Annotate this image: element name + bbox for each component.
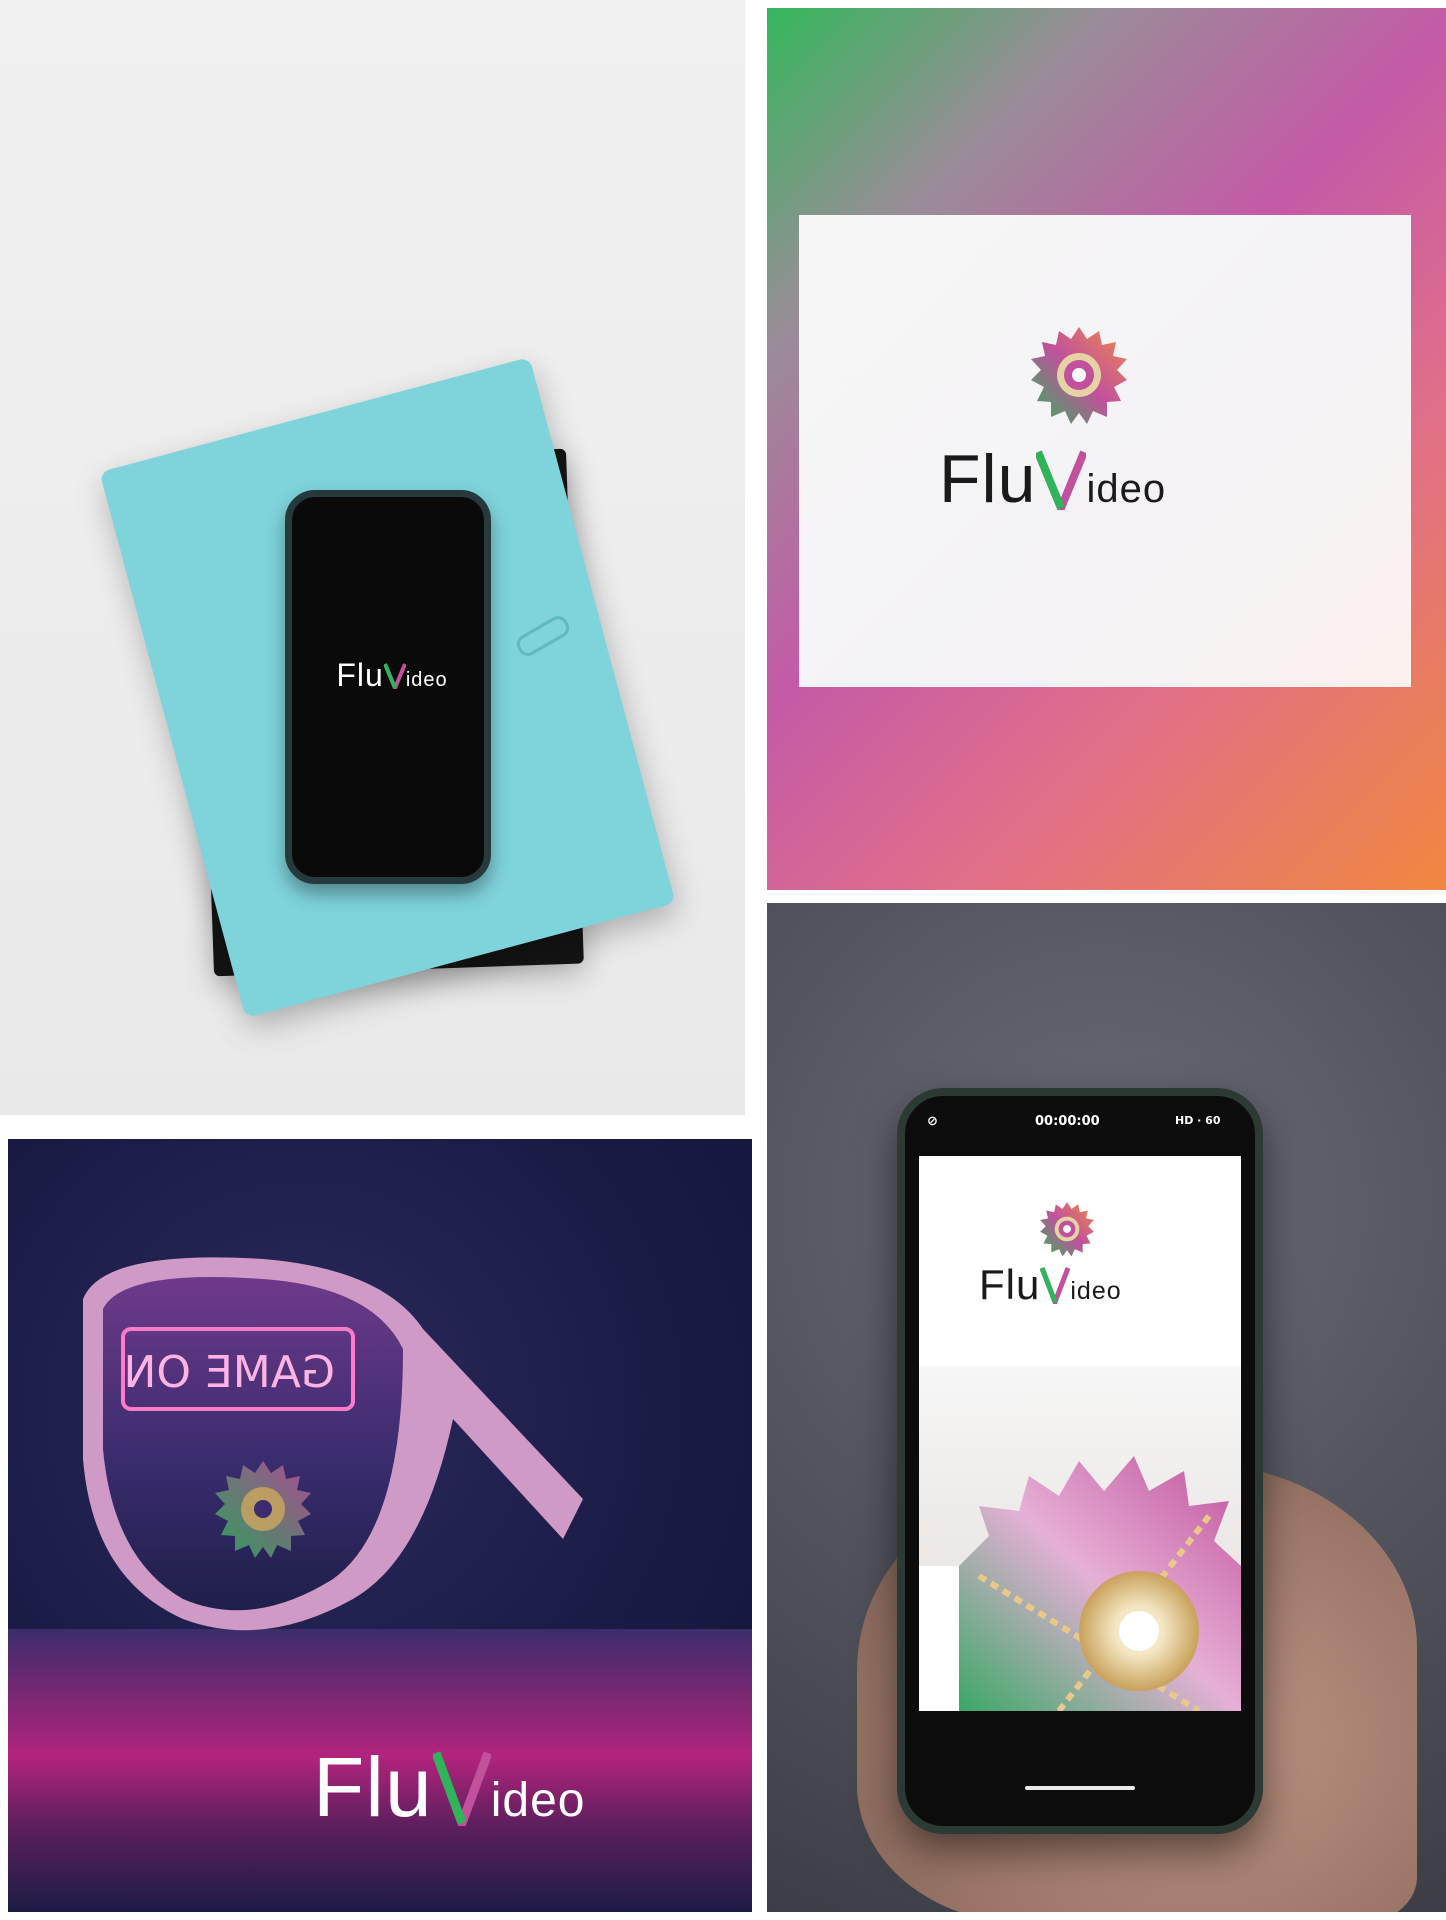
flash-off-icon: ⊘: [927, 1114, 938, 1129]
logo-text-ideo: ideo: [1070, 1277, 1122, 1305]
v-mark-icon: [431, 1751, 492, 1836]
gradient-card-panel: Flu ideo: [767, 8, 1446, 890]
phone-camera-panel: ⊘ 00:00:00 HD · 60 Flu ideo: [767, 903, 1446, 1912]
logo-text-flu: Flu: [336, 657, 384, 693]
logo-text-flu: Flu: [979, 1261, 1041, 1308]
notebook-mockup-panel: Flu ideo: [0, 0, 745, 1115]
phone-mockup: Flu ideo: [285, 490, 491, 884]
gear-logo-icon: [1040, 1202, 1094, 1257]
sunglasses-panel: GAME ON Flu ideo: [8, 1139, 752, 1912]
phone-logo: Flu ideo: [322, 657, 462, 694]
logo-text-ideo: ideo: [405, 669, 448, 691]
v-mark-icon: [1034, 450, 1089, 519]
card-wordmark: Flu ideo: [939, 440, 1299, 519]
record-timer: 00:00:00: [1035, 1114, 1100, 1129]
v-mark-icon: [1040, 1267, 1071, 1310]
sunglasses-graphic: GAME ON: [83, 1257, 583, 1631]
v-mark-icon: [382, 663, 407, 694]
video-quality: HD · 60: [1175, 1114, 1221, 1127]
screen-wordmark: Flu ideo: [979, 1261, 1122, 1310]
camera-status-bar: ⊘ 00:00:00 HD · 60: [905, 1114, 1255, 1138]
card-logo: Flu ideo: [939, 327, 1279, 570]
camera-screen: Flu ideo: [919, 1156, 1241, 1711]
phone-mockup: ⊘ 00:00:00 HD · 60 Flu ideo: [897, 1088, 1263, 1834]
logo-text-flu: Flu: [313, 1740, 433, 1834]
logo-text-ideo: ideo: [490, 1774, 586, 1827]
logo-text-ideo: ideo: [1086, 467, 1167, 511]
screen-gear-graphic: [959, 1456, 1241, 1711]
neon-sign-text: GAME ON: [124, 1347, 336, 1398]
logo-text-flu: Flu: [939, 441, 1037, 517]
gear-logo-icon: [1031, 327, 1127, 424]
home-indicator: [1025, 1786, 1135, 1790]
sunglasses-wordmark: Flu ideo: [313, 1739, 733, 1849]
logo-card: Flu ideo: [799, 215, 1411, 687]
